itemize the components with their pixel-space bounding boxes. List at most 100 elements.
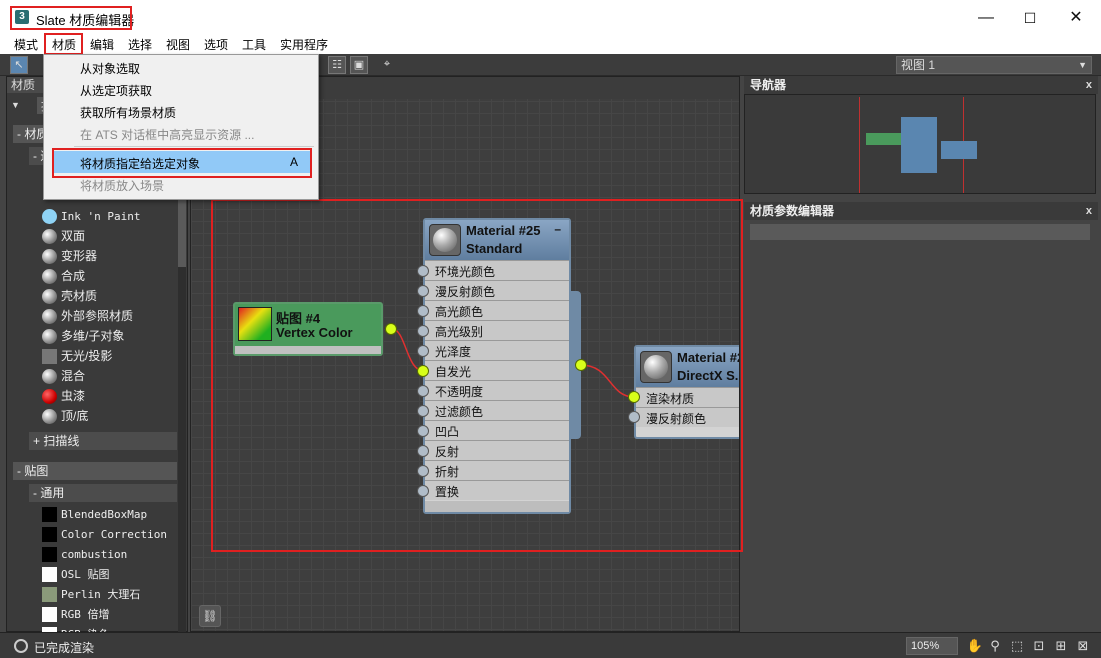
navigator-header: 导航器 x	[744, 76, 1098, 94]
list-item-label: 无光/投影	[61, 349, 113, 363]
title-highlight-box	[10, 6, 132, 30]
menu-mode[interactable]: 模式	[14, 36, 38, 53]
list-item[interactable]: 虫漆	[7, 387, 175, 406]
navigator-node-material	[901, 117, 937, 173]
list-item[interactable]: 混合	[7, 367, 175, 386]
zoom-region-icon[interactable]: ⬚	[1008, 637, 1026, 655]
sphere-icon	[42, 409, 57, 424]
menu-bar: 模式 材质 编辑 选择 视图 选项 工具 实用程序	[0, 34, 1101, 54]
list-item-label: combustion	[61, 548, 128, 561]
list-item[interactable]: 外部参照材质	[7, 307, 175, 326]
zoom-value: 105%	[911, 640, 940, 652]
hide-icon[interactable]: ▣	[350, 56, 368, 74]
menu-separator	[74, 146, 314, 147]
close-button[interactable]: ✕	[1066, 8, 1086, 28]
swatch-icon	[42, 349, 57, 364]
hand-icon[interactable]: ✋	[966, 637, 984, 655]
param-editor-bar	[750, 224, 1090, 240]
menu-utilities[interactable]: 实用程序	[280, 36, 328, 53]
list-item[interactable]: 壳材质	[7, 287, 175, 306]
sphere-icon	[42, 249, 57, 264]
list-item-label: 双面	[61, 229, 86, 243]
list-item-label: 外部参照材质	[61, 309, 134, 323]
chevron-down-icon: ▼	[1078, 60, 1087, 70]
minimize-button[interactable]: —	[976, 8, 996, 28]
close-icon[interactable]: x	[1086, 76, 1092, 94]
menu-highlight-box	[44, 33, 83, 55]
zoom-icon[interactable]: ⚲	[986, 637, 1004, 655]
menu-select[interactable]: 选择	[128, 36, 152, 53]
param-editor-header: 材质参数编辑器 x	[744, 202, 1098, 220]
zoom-selected-icon[interactable]: ⊞	[1052, 637, 1070, 655]
section-maps[interactable]: - 贴图	[13, 462, 177, 480]
subsection-scanline[interactable]: + 扫描线	[29, 432, 177, 450]
swatch-icon	[42, 507, 57, 522]
triangle-icon: ▼	[11, 100, 20, 110]
sphere-icon	[42, 329, 57, 344]
list-item[interactable]: 变形器	[7, 247, 175, 266]
list-item[interactable]: Perlin 大理石	[7, 585, 175, 604]
list-item[interactable]: RGB 倍增	[7, 605, 175, 624]
menu-tools[interactable]: 工具	[242, 36, 266, 53]
navigator-frame-left	[859, 97, 860, 193]
view-select-value: 视图 1	[901, 58, 936, 72]
navigator-title: 导航器	[750, 78, 787, 92]
title-bar: 3 Slate 材质编辑器 — ☐ ✕	[0, 0, 1101, 34]
menu-options[interactable]: 选项	[204, 36, 228, 53]
list-item-label: 多维/子对象	[61, 329, 125, 343]
swatch-icon	[42, 527, 57, 542]
list-item-label: Perlin 大理石	[61, 588, 141, 601]
status-icon	[14, 639, 28, 653]
list-item[interactable]: Color Correction	[7, 525, 175, 544]
material-browser-title: 材质	[11, 78, 36, 92]
list-item-label: OSL 贴图	[61, 568, 110, 581]
layout-icon[interactable]: ☷	[328, 56, 346, 74]
list-item[interactable]: 顶/底	[7, 407, 175, 426]
status-text: 已完成渲染	[34, 641, 95, 655]
navigator-node-directx	[941, 141, 977, 159]
sphere-icon	[42, 369, 57, 384]
menu-item-get-from-selected[interactable]: 从选定项获取	[80, 82, 152, 99]
sphere-icon	[42, 229, 57, 244]
list-item[interactable]: combustion	[7, 545, 175, 564]
menu-item-put-to-scene: 将材质放入场景	[80, 179, 165, 193]
select-tool-icon[interactable]: ↖	[10, 56, 28, 74]
list-item-label: 壳材质	[61, 289, 98, 303]
swatch-icon	[42, 209, 57, 224]
menu-view[interactable]: 视图	[166, 36, 190, 53]
list-item[interactable]: 无光/投影	[7, 347, 175, 366]
view-select[interactable]: 视图 1 ▼	[896, 56, 1092, 74]
list-item-label: 混合	[61, 369, 86, 383]
zoom-select[interactable]: 105% ▼	[906, 637, 978, 655]
list-item-label: Ink 'n Paint	[61, 210, 141, 223]
sphere-icon	[42, 309, 57, 324]
list-item[interactable]: 多维/子对象	[7, 327, 175, 346]
list-item[interactable]: BlendedBoxMap	[7, 505, 175, 524]
swatch-icon	[42, 567, 57, 582]
list-item-label: Color Correction	[61, 528, 167, 541]
list-item[interactable]: 合成	[7, 267, 175, 286]
close-icon[interactable]: x	[1086, 202, 1092, 220]
maximize-button[interactable]: ☐	[1020, 8, 1040, 28]
swatch-icon	[42, 607, 57, 622]
zoom-extents-icon[interactable]: ⊡	[1030, 637, 1048, 655]
list-item[interactable]: 双面	[7, 227, 175, 246]
zoom-all-icon[interactable]: ⊠	[1074, 637, 1092, 655]
selection-highlight-box	[211, 199, 743, 552]
menu-edit[interactable]: 编辑	[90, 36, 114, 53]
sphere-icon	[42, 269, 57, 284]
list-item[interactable]: OSL 贴图	[7, 565, 175, 584]
navigator-view[interactable]	[744, 94, 1096, 194]
menu-item-pick-from-object[interactable]: 从对象选取	[80, 60, 140, 77]
list-item-label: RGB 倍增	[61, 608, 110, 621]
menu-item-highlight-in-ats: 在 ATS 对话框中高亮显示资源 ...	[80, 128, 255, 142]
menu-item-get-all-scene-materials[interactable]: 获取所有场景材质	[80, 104, 176, 121]
subsection-maps-general[interactable]: - 通用	[29, 484, 177, 502]
sphere-icon	[42, 289, 57, 304]
pick-icon[interactable]: ⌖	[378, 56, 396, 74]
pan-icon[interactable]: ⛓	[199, 605, 221, 627]
list-item-label: 虫漆	[61, 389, 86, 403]
list-item[interactable]: Ink 'n Paint	[7, 207, 175, 226]
right-panel: 导航器 x 材质参数编辑器 x	[744, 76, 1098, 632]
swatch-icon	[42, 587, 57, 602]
